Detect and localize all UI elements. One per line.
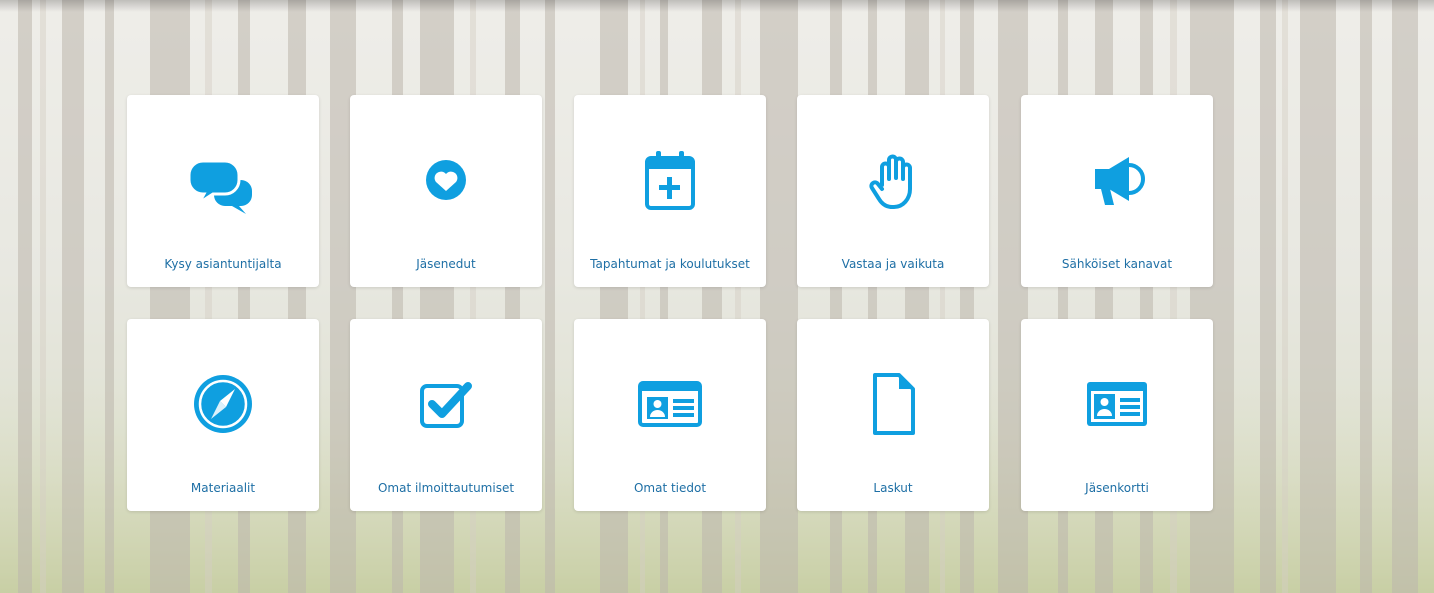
tile-tapahtumat-ja-koulutukset[interactable]: Tapahtumat ja koulutukset [574, 95, 766, 287]
dashboard-background: Kysy asiantuntijalta Jäsenedut Tapahtuma… [0, 0, 1434, 593]
tile-jasenedut[interactable]: Jäsenedut [350, 95, 542, 287]
heart-icon [406, 145, 486, 215]
tile-jasenkortti[interactable]: Jäsenkortti [1021, 319, 1213, 511]
tile-label: Jäsenedut [416, 257, 476, 271]
tile-label: Laskut [873, 481, 913, 495]
tile-omat-tiedot[interactable]: Omat tiedot [574, 319, 766, 511]
tile-kysy-asiantuntijalta[interactable]: Kysy asiantuntijalta [127, 95, 319, 287]
calendar-add-icon [630, 145, 710, 215]
tile-label: Sähköiset kanavat [1061, 257, 1173, 271]
tile-label: Omat tiedot [633, 481, 707, 495]
document-icon [853, 369, 933, 439]
id-card-outline-icon [630, 369, 710, 439]
tile-omat-ilmoittautumiset[interactable]: Omat ilmoittautumiset [350, 319, 542, 511]
tile-label: Kysy asiantuntijalta [164, 257, 282, 271]
compass-icon [183, 369, 263, 439]
tile-laskut[interactable]: Laskut [797, 319, 989, 511]
raised-hand-icon [853, 145, 933, 215]
tile-vastaa-ja-vaikuta[interactable]: Vastaa ja vaikuta [797, 95, 989, 287]
tile-label: Omat ilmoittautumiset [377, 481, 515, 495]
tile-sahkoiset-kanavat[interactable]: Sähköiset kanavat [1021, 95, 1213, 287]
tile-label: Jäsenkortti [1085, 481, 1149, 495]
tile-label: Materiaalit [190, 481, 256, 495]
tile-materiaalit[interactable]: Materiaalit [127, 319, 319, 511]
tile-label: Vastaa ja vaikuta [841, 257, 945, 271]
tile-label: Tapahtumat ja koulutukset [590, 257, 750, 271]
checkbox-icon [406, 369, 486, 439]
chat-bubbles-icon [183, 145, 263, 215]
id-card-icon [1077, 369, 1157, 439]
megaphone-icon [1077, 145, 1157, 215]
